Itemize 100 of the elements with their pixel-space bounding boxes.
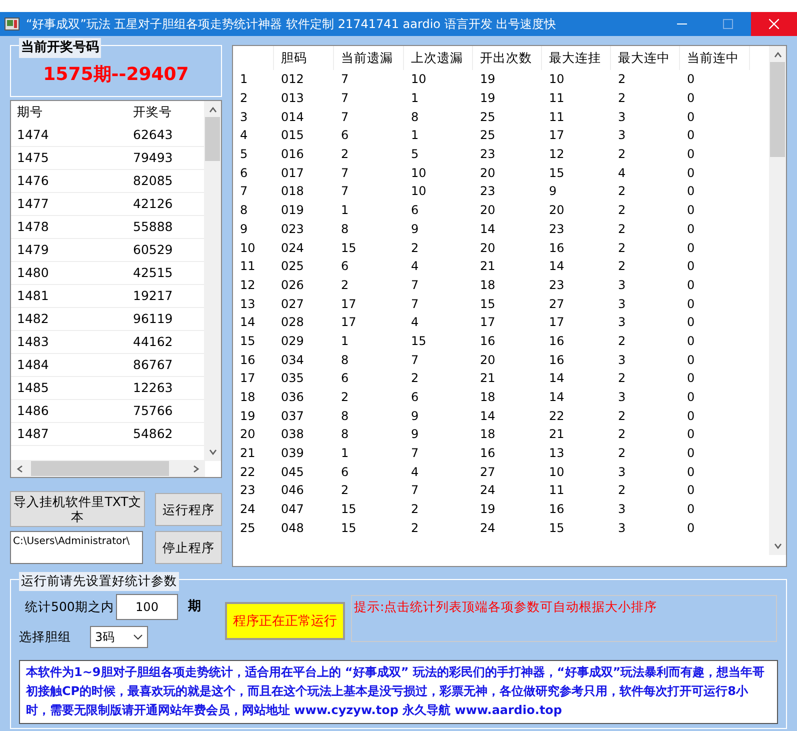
table-cell-text: 8: [340, 352, 350, 369]
column-header[interactable]: 当前遗漏: [334, 46, 404, 70]
table-cell-text: 2: [617, 332, 627, 350]
table-cell-text: 0: [686, 90, 696, 108]
table-cell-text: 0: [686, 220, 696, 238]
table-cell-text: 13: [548, 445, 566, 462]
table-cell-text: 19: [479, 71, 496, 88]
table-cell-text: 1481: [16, 286, 50, 305]
row-number: 15: [239, 332, 256, 350]
table-cell-text: 96119: [132, 310, 174, 328]
table-cell-text: 2: [617, 71, 627, 88]
period-input[interactable]: 100: [116, 594, 178, 620]
table-cell-text: 16: [479, 332, 496, 350]
row-number: 25: [239, 520, 256, 537]
table-cell-text: 2: [617, 370, 627, 388]
table-cell-text: 11: [548, 482, 566, 500]
table-cell-text: 3: [617, 276, 627, 294]
table-cell-text: 14: [548, 258, 566, 276]
table-cell-text: 0: [686, 183, 696, 200]
table-cell-text: 19217: [132, 286, 174, 305]
table-cell-text: 4: [617, 164, 627, 182]
window-title: “好事成双”玩法 五星对子胆组各项走势统计神器 软件定制 21741741 aardio 语言开发 出号速度快: [25, 16, 558, 33]
column-header[interactable]: 最大连中: [611, 46, 680, 70]
table-cell-text: 2: [617, 258, 627, 276]
table-cell-text: 0: [686, 202, 696, 220]
table-cell-text: 025: [280, 258, 305, 276]
run-button[interactable]: 运行程序: [155, 492, 222, 526]
table-cell-text: 8: [340, 426, 350, 444]
table-cell-text: 8: [410, 108, 420, 126]
table-cell-text: 1: [340, 332, 350, 350]
table-cell-text: 21: [479, 370, 496, 388]
column-header[interactable]: 开奖号: [129, 103, 203, 122]
table-cell-text: 2: [617, 220, 627, 238]
table-cell-text: 0: [686, 146, 696, 164]
table-cell-text: 0: [686, 352, 696, 369]
table-cell-text: 0: [686, 127, 696, 144]
status-indicator: 程序正在正常运行: [225, 602, 345, 640]
table-cell-text: 048: [280, 520, 305, 537]
group-select[interactable]: 3码: [90, 626, 148, 648]
stop-button[interactable]: 停止程序: [155, 531, 222, 564]
table-cell-text: 0: [686, 71, 696, 88]
table-cell-text: 2: [340, 276, 350, 294]
table-cell-text: 54862: [132, 424, 174, 443]
table-cell-text: 0: [686, 389, 696, 406]
table-cell-text: 7: [340, 108, 350, 126]
group-label: 当前开奖号码: [19, 38, 101, 58]
table-cell-text: 62643: [132, 126, 174, 144]
table-cell-text: 2: [617, 202, 627, 220]
table-cell-text: 15: [548, 164, 566, 182]
table-cell-text: 9: [410, 220, 420, 238]
vertical-scrollbar[interactable]: [769, 46, 786, 555]
table-cell-text: 10: [410, 183, 428, 200]
import-button[interactable]: 导入挂机软件里TXT文本: [10, 491, 145, 527]
table-cell-text: 17: [548, 314, 566, 332]
column-header[interactable]: 开出次数: [473, 46, 542, 70]
table-cell-text: 026: [280, 276, 305, 294]
table-cell-text: 19: [479, 501, 496, 518]
table-cell-text: 045: [280, 464, 305, 481]
row-number: 8: [239, 202, 249, 220]
table-cell-text: 0: [686, 164, 696, 182]
table-cell-text: 15: [410, 332, 428, 350]
scrollbar-thumb[interactable]: [31, 461, 169, 476]
table-cell-text: 0: [686, 332, 696, 350]
column-header[interactable]: 上次遗漏: [404, 46, 473, 70]
column-header[interactable]: 最大连挂: [542, 46, 611, 70]
column-header[interactable]: 期号: [11, 103, 129, 122]
table-cell-text: 1486: [16, 402, 50, 420]
table-cell-text: 039: [280, 445, 305, 462]
table-cell-text: 23: [548, 220, 566, 238]
table-cell-text: 24: [479, 482, 496, 500]
vertical-scrollbar[interactable]: [204, 101, 221, 461]
table-cell-text: 4: [410, 314, 420, 332]
column-header[interactable]: 胆码: [274, 46, 334, 70]
table-cell-text: 0: [686, 408, 696, 425]
table-cell-text: 7: [410, 296, 420, 313]
row-number: 11: [239, 258, 256, 276]
table-cell-text: 1479: [16, 240, 50, 259]
app-icon[interactable]: [4, 16, 20, 32]
horizontal-scrollbar[interactable]: [11, 460, 205, 477]
table-cell-text: 035: [280, 370, 305, 388]
table-cell-text: 14: [479, 408, 496, 425]
dropdown-caret-icon[interactable]: [133, 632, 143, 642]
table-cell-text: 0: [686, 276, 696, 294]
table-cell-text: 4: [410, 258, 420, 276]
path-field[interactable]: C:\Users\Administrator\: [10, 531, 143, 564]
scrollbar-thumb[interactable]: [770, 62, 785, 157]
current-draw-number: 1575期--29407: [42, 63, 190, 87]
table-cell-text: 24: [479, 520, 496, 537]
close-icon[interactable]: [769, 19, 779, 29]
close-button[interactable]: [751, 12, 797, 36]
table-cell-text: 0: [686, 501, 696, 518]
table-cell-text: 8: [340, 220, 350, 238]
table-cell-text: 17: [479, 314, 496, 332]
column-header[interactable]: 当前连中: [680, 46, 750, 70]
table-cell-text: 1: [410, 127, 420, 144]
table-cell-text: 1480: [16, 264, 50, 282]
table-cell-text: 016: [280, 146, 305, 164]
table-cell-text: 036: [280, 389, 305, 406]
scrollbar-thumb[interactable]: [205, 117, 220, 161]
table-cell-text: 11: [548, 108, 566, 126]
